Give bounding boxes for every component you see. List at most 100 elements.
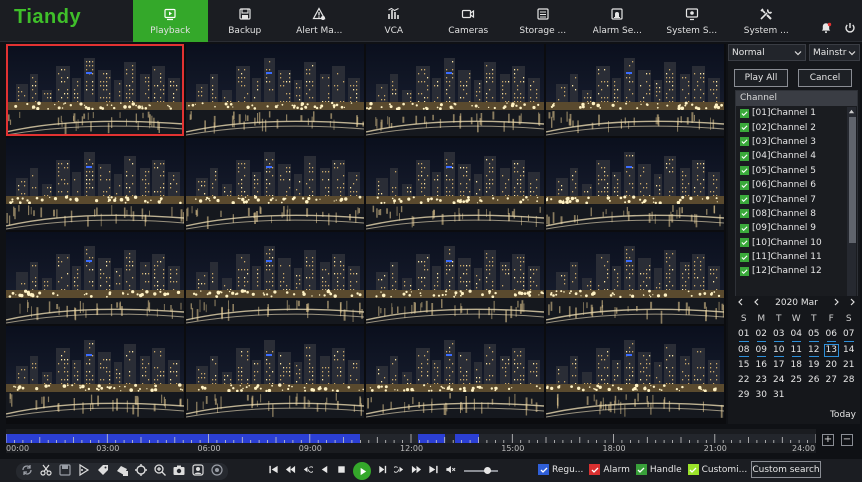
legend-checkbox[interactable] [589,464,601,475]
sync-icon[interactable] [20,463,34,480]
channel-checkbox[interactable] [740,223,749,233]
nav-tab-camera[interactable]: Cameras [431,0,506,42]
scroll-up-icon[interactable] [847,107,856,116]
video-tile[interactable] [546,326,724,418]
volume-slider[interactable] [464,467,498,474]
channel-item[interactable]: [12]Channel 12 [736,264,857,278]
calendar-day[interactable]: 07 [840,327,858,342]
reverse-play-icon[interactable] [319,464,330,478]
channel-checkbox[interactable] [740,238,749,248]
channel-checkbox[interactable] [740,180,749,190]
calendar-day[interactable]: 26 [805,373,823,388]
calendar-day[interactable]: 11 [788,343,806,358]
video-tile[interactable] [546,232,724,324]
prev-month-icon[interactable] [753,298,761,309]
nav-tab-vca[interactable]: VCA [357,0,432,42]
video-tile[interactable] [546,44,724,136]
next-year-icon[interactable] [848,298,856,309]
video-tile[interactable] [6,138,184,230]
calendar-day[interactable]: 10 [770,343,788,358]
calendar-day[interactable]: 22 [735,373,753,388]
calendar-day[interactable]: 28 [840,373,858,388]
video-tile[interactable] [366,138,544,230]
calendar-day[interactable]: 01 [735,327,753,342]
save-clip-icon[interactable] [58,463,72,480]
legend-filter-item[interactable]: Customi... [687,464,747,475]
video-tile[interactable] [186,44,364,136]
calendar-day[interactable]: 17 [770,358,788,373]
rewind-30s-icon[interactable] [302,464,315,478]
nav-tab-alarm[interactable]: Alarm Se... [580,0,655,42]
fisheye-icon[interactable] [210,463,224,480]
channel-item[interactable]: [09]Channel 9 [736,221,857,235]
cancel-button[interactable]: Cancel [798,69,852,87]
channel-checkbox[interactable] [740,151,749,161]
channel-item[interactable]: [03]Channel 3 [736,135,857,149]
tag-icon[interactable] [77,463,91,480]
add-tag-icon[interactable] [96,463,110,480]
video-tile[interactable] [6,232,184,324]
channel-item[interactable]: [11]Channel 11 [736,250,857,264]
face-search-icon[interactable] [191,463,205,480]
channel-checkbox[interactable] [740,209,749,219]
channel-item[interactable]: [08]Channel 8 [736,207,857,221]
video-tile[interactable] [366,232,544,324]
channel-checkbox[interactable] [740,123,749,133]
next-month-icon[interactable] [832,298,840,309]
channel-item[interactable]: [01]Channel 1 [736,106,857,120]
channel-item[interactable]: [06]Channel 6 [736,178,857,192]
calendar-day[interactable]: 08 [735,343,753,358]
channel-checkbox[interactable] [740,252,749,262]
video-tile[interactable] [546,138,724,230]
calendar-day[interactable]: 24 [770,373,788,388]
lock-icon[interactable] [115,463,129,480]
forward-30s-icon[interactable] [392,464,405,478]
mode-select[interactable]: Normal [728,44,806,61]
zoom-in-button[interactable]: + [822,434,834,446]
stop-icon[interactable] [336,464,347,478]
legend-checkbox[interactable] [538,464,549,475]
calendar-day[interactable]: 05 [805,327,823,342]
skip-to-start-icon[interactable] [268,464,279,478]
channel-item[interactable]: [10]Channel 10 [736,236,857,250]
channel-checkbox[interactable] [740,137,749,147]
fast-forward-icon[interactable] [411,464,422,478]
zoom-out-button[interactable]: − [841,434,853,446]
video-tile[interactable] [186,232,364,324]
calendar-day[interactable]: 23 [753,373,771,388]
mute-speaker-icon[interactable] [445,464,456,478]
nav-tab-system-settings[interactable]: System ... [729,0,804,42]
play-button[interactable] [353,462,371,480]
calendar-day[interactable]: 04 [788,327,806,342]
calendar-day[interactable]: 12 [805,343,823,358]
legend-checkbox[interactable] [635,464,647,475]
calendar-day[interactable]: 19 [805,358,823,373]
nav-tab-system-status[interactable]: System S... [655,0,730,42]
digital-zoom-icon[interactable] [134,463,148,480]
calendar-day[interactable]: 03 [770,327,788,342]
channel-item[interactable]: [07]Channel 7 [736,192,857,206]
notification-bell-icon[interactable] [820,22,832,37]
calendar-day[interactable]: 06 [823,327,841,342]
skip-to-end-icon[interactable] [428,464,439,478]
calendar-day[interactable]: 13 [823,343,841,358]
clip-scissors-icon[interactable] [39,463,53,480]
nav-tab-alert[interactable]: Alert Ma... [282,0,357,42]
video-tile[interactable] [186,326,364,418]
step-forward-icon[interactable] [377,464,388,478]
video-tile[interactable] [366,326,544,418]
calendar-day[interactable]: 27 [823,373,841,388]
calendar-day[interactable]: 21 [840,358,858,373]
power-icon[interactable] [844,22,856,37]
play-all-button[interactable]: Play All [734,69,788,87]
calendar-day[interactable]: 30 [753,388,771,403]
today-button[interactable]: Today [830,410,856,420]
channel-checkbox[interactable] [740,166,749,176]
calendar-day[interactable]: 14 [840,343,858,358]
stream-select[interactable]: Mainstr [809,44,860,61]
video-tile[interactable] [366,44,544,136]
video-tile[interactable] [6,326,184,418]
calendar-day[interactable]: 02 [753,327,771,342]
calendar-day[interactable]: 20 [823,358,841,373]
channel-item[interactable]: [05]Channel 5 [736,164,857,178]
